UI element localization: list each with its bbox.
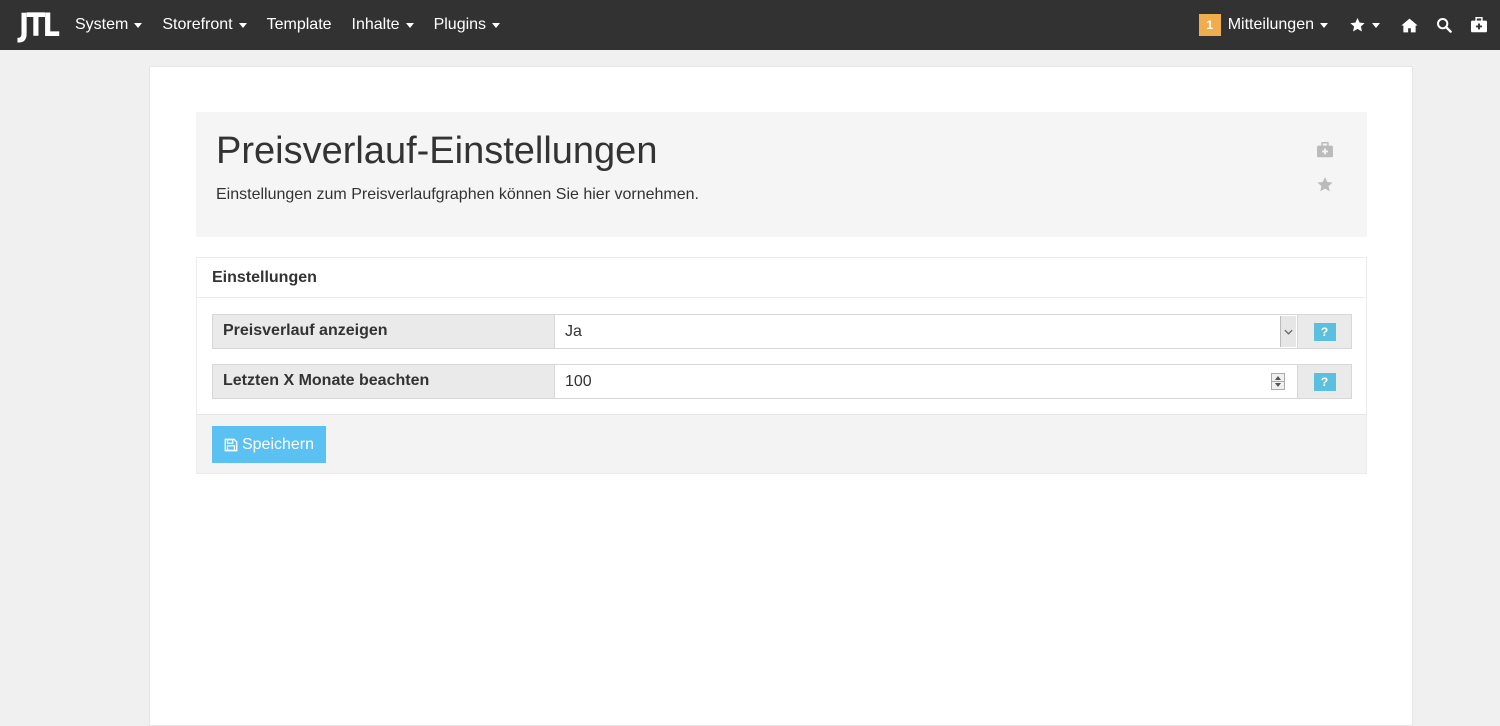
- setting-row-preisverlauf-anzeigen: Preisverlauf anzeigen Ja ?: [212, 314, 1352, 349]
- content-panel: Preisverlauf-Einstellungen Einstellungen…: [149, 66, 1413, 726]
- settings-panel: Einstellungen Preisverlauf anzeigen Ja ?…: [196, 257, 1367, 474]
- help-button[interactable]: ?: [1313, 372, 1336, 391]
- caret-down-icon: [238, 22, 247, 28]
- add-favorite-button[interactable]: [1316, 176, 1334, 198]
- menu-system[interactable]: System: [65, 0, 152, 50]
- menu-inhalte-label: Inhalte: [351, 16, 400, 33]
- caret-down-icon: [1320, 22, 1328, 28]
- jtl-logo[interactable]: JTL: [19, 9, 60, 41]
- notifications-menu[interactable]: 1 Mitteilungen: [1198, 0, 1340, 50]
- page-description: Einstellungen zum Preisverlaufgraphen kö…: [216, 186, 699, 203]
- help-cell: ?: [1298, 315, 1351, 348]
- first-aid-icon: [1471, 17, 1487, 33]
- help-button[interactable]: ?: [1313, 322, 1336, 341]
- help-center-button[interactable]: [1461, 0, 1500, 50]
- caret-down-icon: [492, 22, 501, 28]
- spinner-down-icon[interactable]: [1275, 383, 1281, 387]
- spinner-divider: [1272, 381, 1284, 382]
- menu-inhalte[interactable]: Inhalte: [342, 0, 424, 50]
- menu-system-label: System: [75, 16, 129, 33]
- page-header: Preisverlauf-Einstellungen Einstellungen…: [196, 112, 1367, 237]
- home-icon: [1401, 18, 1418, 32]
- save-button[interactable]: Speichern: [212, 426, 326, 463]
- input-value: 100: [565, 373, 592, 390]
- menu-template-label: Template: [266, 16, 332, 33]
- nav-right: 1 Mitteilungen: [1198, 0, 1500, 50]
- preisverlauf-anzeigen-select[interactable]: Ja: [555, 315, 1298, 348]
- menu-template[interactable]: Template: [257, 0, 342, 50]
- setting-row-letzten-x-monate: Letzten X Monate beachten 100 ?: [212, 364, 1352, 399]
- menu-plugins[interactable]: Plugins: [424, 0, 510, 50]
- save-icon: [224, 438, 238, 451]
- page-title: Preisverlauf-Einstellungen: [216, 130, 658, 172]
- caret-down-icon: [134, 22, 143, 28]
- star-icon: [1350, 18, 1365, 32]
- menu-storefront-label: Storefront: [162, 16, 233, 33]
- menu-storefront[interactable]: Storefront: [152, 0, 256, 50]
- search-button[interactable]: [1427, 0, 1461, 50]
- help-center-link[interactable]: [1316, 142, 1334, 163]
- star-icon: [1317, 177, 1333, 192]
- notifications-label: Mitteilungen: [1227, 16, 1314, 33]
- help-cell: ?: [1298, 365, 1351, 398]
- select-value: Ja: [565, 323, 582, 340]
- home-button[interactable]: [1392, 0, 1427, 50]
- caret-down-icon: [1372, 22, 1380, 28]
- spinner-up-icon[interactable]: [1275, 376, 1281, 380]
- main-menu: System Storefront Template Inhalte Plugi…: [65, 0, 510, 50]
- settings-footer: Speichern: [197, 414, 1366, 473]
- menu-plugins-label: Plugins: [433, 16, 487, 33]
- chevron-down-icon[interactable]: [1280, 316, 1296, 347]
- setting-label: Preisverlauf anzeigen: [213, 315, 555, 348]
- first-aid-icon: [1317, 142, 1333, 158]
- letzten-x-monate-input[interactable]: 100: [555, 365, 1298, 398]
- settings-title: Einstellungen: [212, 269, 317, 286]
- favorites-menu[interactable]: [1340, 0, 1392, 50]
- top-navbar: JTL System Storefront Template Inhalte P…: [0, 0, 1500, 50]
- caret-down-icon: [405, 22, 414, 28]
- search-icon: [1437, 18, 1452, 33]
- setting-label: Letzten X Monate beachten: [213, 365, 555, 398]
- settings-header: Einstellungen: [197, 258, 1366, 298]
- save-button-label: Speichern: [241, 435, 315, 453]
- number-spinner[interactable]: [1271, 373, 1285, 390]
- notification-badge: 1: [1198, 14, 1221, 36]
